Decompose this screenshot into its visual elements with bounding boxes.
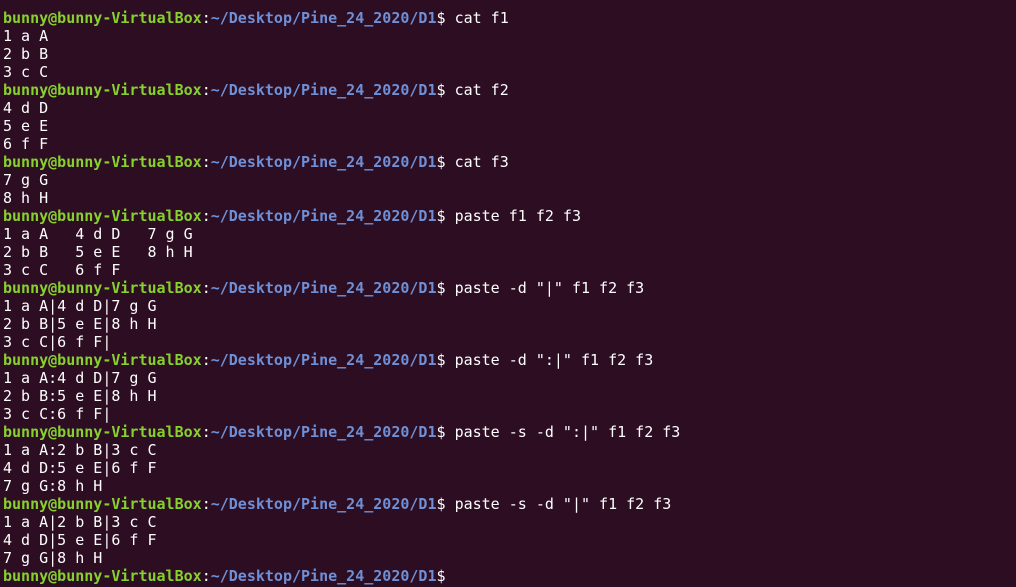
prompt-user-host: bunny@bunny-VirtualBox [3,9,202,27]
prompt-line: bunny@bunny-VirtualBox:~/Desktop/Pine_24… [3,351,1016,369]
prompt-symbol: $ [436,351,446,369]
terminal-cursor[interactable] [455,567,457,585]
output-line: 7 g G:8 h H [3,477,103,495]
output-line: 1 a A|4 d D|7 g G [3,297,157,315]
command-text: paste -d ":|" f1 f2 f3 [454,351,654,369]
output-line: 3 c C:6 f F| [3,405,112,423]
prompt-path: ~/Desktop/Pine_24_2020/D1 [210,567,437,585]
output-line: 2 b B 5 e E 8 h H [3,243,193,261]
prompt-user-host: bunny@bunny-VirtualBox [3,495,202,513]
prompt-user-host: bunny@bunny-VirtualBox [3,81,202,99]
prompt-user-host: bunny@bunny-VirtualBox [3,351,202,369]
prompt-line: bunny@bunny-VirtualBox:~/Desktop/Pine_24… [3,207,1016,225]
output-line: 2 b B|5 e E|8 h H [3,315,157,333]
output-line: 7 g G|8 h H [3,549,103,567]
output-line: 1 a A:4 d D|7 g G [3,369,157,387]
prompt-symbol: $ [436,81,446,99]
prompt-separator: : [201,351,211,369]
prompt-line: bunny@bunny-VirtualBox:~/Desktop/Pine_24… [3,279,1016,297]
prompt-path: ~/Desktop/Pine_24_2020/D1 [210,207,437,225]
output-line: 8 h H [3,189,49,207]
prompt-line: bunny@bunny-VirtualBox:~/Desktop/Pine_24… [3,423,1016,441]
prompt-separator: : [201,81,211,99]
prompt-user-host: bunny@bunny-VirtualBox [3,207,202,225]
prompt-path: ~/Desktop/Pine_24_2020/D1 [210,81,437,99]
prompt-user-host: bunny@bunny-VirtualBox [3,423,202,441]
prompt-path: ~/Desktop/Pine_24_2020/D1 [210,351,437,369]
prompt-path: ~/Desktop/Pine_24_2020/D1 [210,153,437,171]
prompt-user-host: bunny@bunny-VirtualBox [3,153,202,171]
prompt-path: ~/Desktop/Pine_24_2020/D1 [210,495,437,513]
command-text: paste f1 f2 f3 [454,207,581,225]
prompt-line: bunny@bunny-VirtualBox:~/Desktop/Pine_24… [3,567,1016,585]
prompt-separator: : [201,9,211,27]
output-line: 1 a A:2 b B|3 c C [3,441,157,459]
prompt-user-host: bunny@bunny-VirtualBox [3,567,202,585]
prompt-symbol: $ [436,153,446,171]
prompt-path: ~/Desktop/Pine_24_2020/D1 [210,9,437,27]
prompt-separator: : [201,279,211,297]
output-line: 1 a A|2 b B|3 c C [3,513,157,531]
output-line: 7 g G [3,171,49,189]
output-line: 6 f F [3,135,49,153]
output-line: 3 c C [3,63,49,81]
prompt-symbol: $ [436,207,446,225]
prompt-symbol: $ [436,423,446,441]
output-line: 1 a A [3,27,49,45]
prompt-line: bunny@bunny-VirtualBox:~/Desktop/Pine_24… [3,9,1016,27]
command-text: paste -s -d ":|" f1 f2 f3 [454,423,681,441]
prompt-line: bunny@bunny-VirtualBox:~/Desktop/Pine_24… [3,81,1016,99]
command-text: paste -s -d "|" f1 f2 f3 [454,495,672,513]
prompt-line: bunny@bunny-VirtualBox:~/Desktop/Pine_24… [3,153,1016,171]
prompt-symbol: $ [436,495,446,513]
output-line: 3 c C|6 f F| [3,333,112,351]
output-line: 3 c C 6 f F [3,261,121,279]
prompt-user-host: bunny@bunny-VirtualBox [3,279,202,297]
prompt-line: bunny@bunny-VirtualBox:~/Desktop/Pine_24… [3,495,1016,513]
output-line: 2 b B [3,45,49,63]
prompt-path: ~/Desktop/Pine_24_2020/D1 [210,423,437,441]
output-line: 4 d D:5 e E|6 f F [3,459,157,477]
output-line: 4 d D|5 e E|6 f F [3,531,157,549]
prompt-symbol: $ [436,567,446,585]
prompt-separator: : [201,207,211,225]
prompt-separator: : [201,567,211,585]
command-text: cat f2 [454,81,509,99]
command-text: cat f3 [454,153,509,171]
prompt-separator: : [201,495,211,513]
terminal-window[interactable]: bunny@bunny-VirtualBox:~/Desktop/Pine_24… [0,0,1016,587]
output-line: 1 a A 4 d D 7 g G [3,225,193,243]
prompt-symbol: $ [436,279,446,297]
prompt-separator: : [201,423,211,441]
output-line: 5 e E [3,117,49,135]
output-line: 2 b B:5 e E|8 h H [3,387,157,405]
output-line: 4 d D [3,99,49,117]
command-text: cat f1 [454,9,509,27]
prompt-symbol: $ [436,9,446,27]
prompt-path: ~/Desktop/Pine_24_2020/D1 [210,279,437,297]
command-text: paste -d "|" f1 f2 f3 [454,279,645,297]
prompt-separator: : [201,153,211,171]
